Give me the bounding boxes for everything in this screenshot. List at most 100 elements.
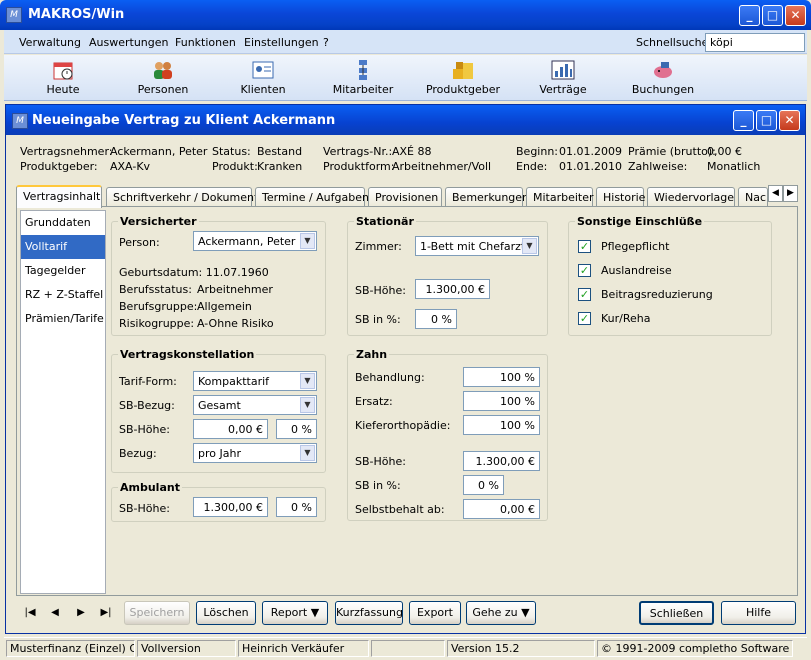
toolbar-produktgeber[interactable]: Produktgeber	[418, 57, 508, 96]
toolbar-mitarbeiter[interactable]: Mitarbeiter	[318, 57, 408, 96]
tab-wiedervorlage[interactable]: Wiedervorlage	[647, 187, 735, 207]
chevron-down-icon: ▼	[300, 373, 315, 389]
vk-sb-pct-input[interactable]: 0 %	[276, 419, 317, 439]
sb-bezug-select[interactable]: Gesamt ▼	[193, 395, 317, 415]
piggy-bank-icon	[651, 59, 675, 81]
tab-vertragsinhalt[interactable]: Vertragsinhalt	[16, 185, 102, 208]
menu-einstellungen[interactable]: Einstellungen	[244, 36, 319, 49]
dialog-close-button[interactable]: ✕	[779, 110, 800, 131]
kurzfassung-button[interactable]: Kurzfassung	[335, 601, 403, 625]
vk-sb-hoehe-input[interactable]: 0,00 €	[193, 419, 268, 439]
last-record-icon[interactable]: ▶|	[97, 604, 115, 622]
vertragsnehmer-label: Vertragsnehmer:	[20, 145, 113, 158]
people-icon	[151, 59, 175, 81]
tab-schriftverkehr[interactable]: Schriftverkehr / Dokumente	[106, 187, 265, 207]
section-item-tagegelder[interactable]: Tagegelder	[21, 259, 105, 283]
group-sonstige: Sonstige Einschlüße ✓ Pflegepflicht ✓ Au…	[568, 215, 772, 336]
group-ambulant: Ambulant SB-Höhe: 1.300,00 € 0 %	[111, 481, 326, 522]
export-button[interactable]: Export	[409, 601, 461, 625]
toolbar-personen[interactable]: Personen	[118, 57, 208, 96]
calendar-icon	[51, 59, 75, 81]
section-item-rz-staffel[interactable]: RZ + Z-Staffel	[21, 283, 105, 307]
close-button[interactable]: ✕	[785, 5, 806, 26]
ambulant-sb-pct-input[interactable]: 0 %	[276, 497, 317, 517]
stationaer-sb-hoehe-input[interactable]: 1.300,00 €	[415, 279, 490, 299]
next-record-icon[interactable]: ▶	[72, 604, 90, 622]
zahn-sb-hoehe-input[interactable]: 1.300,00 €	[463, 451, 540, 471]
checkbox-pflegepflicht[interactable]: ✓	[578, 240, 591, 253]
vertragsnr-value: AXÉ 88	[392, 145, 432, 158]
maximize-button[interactable]: □	[762, 5, 783, 26]
ambulant-sb-hoehe-label: SB-Höhe:	[119, 502, 170, 515]
menu-help[interactable]: ?	[323, 36, 329, 49]
tarif-form-select[interactable]: Kompakttarif ▼	[193, 371, 317, 391]
tab-scroll-right-icon[interactable]: ▶	[783, 185, 798, 202]
tab-provisionen[interactable]: Provisionen	[368, 187, 442, 207]
geburtsdatum: Geburtsdatum: 11.07.1960	[119, 266, 269, 279]
zahlweise-label: Zahlweise:	[628, 160, 688, 173]
schliessen-button[interactable]: Schließen	[639, 601, 714, 625]
org-chart-icon	[351, 59, 375, 81]
toolbar-klienten[interactable]: Klienten	[218, 57, 308, 96]
bezug-select[interactable]: pro Jahr ▼	[193, 443, 317, 463]
zahn-sb-hoehe-label: SB-Höhe:	[355, 455, 406, 468]
beitragsreduzierung-label: Beitragsreduzierung	[601, 288, 713, 301]
checkbox-kur-reha[interactable]: ✓	[578, 312, 591, 325]
beginn-label: Beginn:	[516, 145, 559, 158]
section-item-praemien[interactable]: Prämien/Tarife	[21, 307, 105, 331]
checkbox-auslandreise[interactable]: ✓	[578, 264, 591, 277]
group-title: Versicherter	[118, 215, 199, 228]
contact-card-icon	[251, 59, 275, 81]
tab-bemerkungen[interactable]: Bemerkungen	[445, 187, 529, 207]
tab-nachtrag[interactable]: Nac	[738, 187, 768, 207]
praemie-value: 0,00 €	[707, 145, 742, 158]
stationaer-sb-in-input[interactable]: 0 %	[415, 309, 457, 329]
dialog-maximize-button[interactable]: □	[756, 110, 777, 131]
section-item-volltarif[interactable]: Volltarif	[21, 235, 105, 259]
produkt-label: Produkt:	[212, 160, 258, 173]
contract-dialog: M Neueingabe Vertrag zu Klient Ackermann…	[5, 104, 806, 634]
beginn-value: 01.01.2009	[559, 145, 622, 158]
report-button[interactable]: Report ▼	[262, 601, 328, 625]
menu-auswertungen[interactable]: Auswertungen	[89, 36, 169, 49]
dropdown-arrow-icon: ▼	[521, 606, 530, 619]
chevron-down-icon: ▼	[300, 445, 315, 461]
hilfe-button[interactable]: Hilfe	[721, 601, 796, 625]
menu-verwaltung[interactable]: Verwaltung	[19, 36, 81, 49]
tab-termine[interactable]: Termine / Aufgaben	[255, 187, 369, 207]
person-select[interactable]: Ackermann, Peter ▼	[193, 231, 317, 251]
status-value: Bestand	[257, 145, 303, 158]
toolbar-buchungen[interactable]: Buchungen	[618, 57, 708, 96]
ambulant-sb-hoehe-input[interactable]: 1.300,00 €	[193, 497, 268, 517]
tab-scroll: ◀ ▶	[768, 185, 798, 203]
checkbox-beitragsreduzierung[interactable]: ✓	[578, 288, 591, 301]
prev-record-icon[interactable]: ◀	[46, 604, 64, 622]
berufsstatus-value: Arbeitnehmer	[197, 283, 273, 296]
dialog-icon: M	[12, 113, 28, 129]
menu-funktionen[interactable]: Funktionen	[175, 36, 236, 49]
schnellsuche-input[interactable]: köpi	[705, 33, 805, 52]
dialog-minimize-button[interactable]: _	[733, 110, 754, 131]
risikogruppe-value: A-Ohne Risiko	[197, 317, 274, 330]
loeschen-button[interactable]: Löschen	[196, 601, 256, 625]
kieferorthopaedie-input[interactable]: 100 %	[463, 415, 540, 435]
chevron-down-icon: ▼	[300, 397, 315, 413]
tab-mitarbeiter[interactable]: Mitarbeiter	[526, 187, 594, 207]
behandlung-input[interactable]: 100 %	[463, 367, 540, 387]
first-record-icon[interactable]: |◀	[21, 604, 39, 622]
tab-scroll-left-icon[interactable]: ◀	[768, 185, 783, 202]
gehe-zu-button[interactable]: Gehe zu ▼	[466, 601, 536, 625]
ersatz-input[interactable]: 100 %	[463, 391, 540, 411]
section-item-grunddaten[interactable]: Grunddaten	[21, 211, 105, 235]
tab-historie[interactable]: Historie	[596, 187, 645, 207]
minimize-button[interactable]: _	[739, 5, 760, 26]
risikogruppe-label: Risikogruppe:	[119, 317, 195, 330]
praemie-label: Prämie (brutto):	[628, 145, 716, 158]
zahn-sb-in-input[interactable]: 0 %	[463, 475, 504, 495]
speichern-button[interactable]: Speichern	[124, 601, 190, 625]
selbstbehalt-input[interactable]: 0,00 €	[463, 499, 540, 519]
berufsgruppe-value: Allgemein	[197, 300, 252, 313]
toolbar-vertraege[interactable]: Verträge	[518, 57, 608, 96]
zimmer-select[interactable]: 1-Bett mit Chefarzt ▼	[415, 236, 539, 256]
toolbar-heute[interactable]: Heute	[18, 57, 108, 96]
